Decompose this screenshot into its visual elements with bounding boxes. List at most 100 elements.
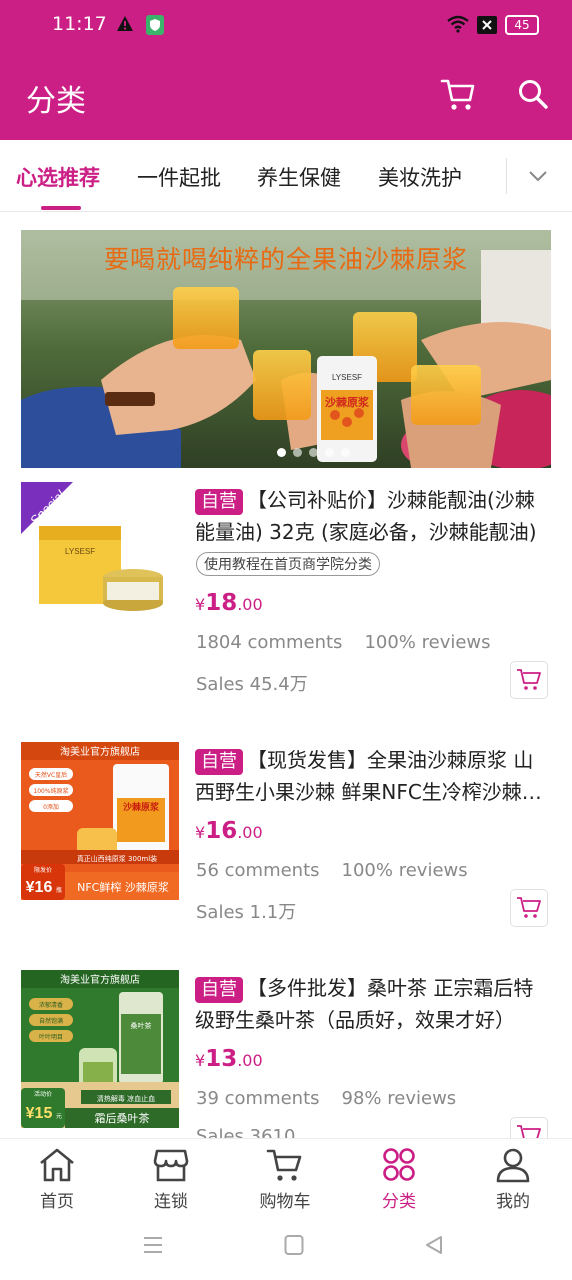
battery-indicator: 45 bbox=[505, 15, 539, 35]
product-card[interactable]: LYSESF Special 自营 【公司补贴价】沙棘能靓油(沙棘能量油) 32克… bbox=[0, 482, 572, 702]
image-tag: 天然VC皇后 bbox=[35, 771, 67, 779]
banner-pack-label: 沙棘原浆 bbox=[325, 395, 370, 409]
tab-wholesale[interactable]: 一件起批 bbox=[137, 162, 221, 192]
store-icon bbox=[153, 1149, 189, 1182]
product-title-text: 【公司补贴价】沙棘能靓油(沙棘能量油) 32克 (家庭必备，沙棘能靓油) bbox=[195, 488, 537, 544]
image-strip-text: 真正山西纯原浆 300ml装 bbox=[77, 854, 157, 863]
nav-category[interactable]: 分类 bbox=[342, 1147, 456, 1212]
nav-profile[interactable]: 我的 bbox=[456, 1147, 570, 1212]
carousel-dot[interactable] bbox=[325, 448, 334, 457]
price-integer: 18 bbox=[205, 590, 238, 616]
product-card[interactable]: 淘美业官方旗舰店 浓郁清香 自然饱满 叶叶明目 桑叶茶 清热解毒 凉血止血 活动… bbox=[0, 970, 572, 1138]
home-button-icon[interactable] bbox=[284, 1234, 304, 1260]
nav-chain-label: 连锁 bbox=[154, 1192, 188, 1212]
product-price: ¥16.00 bbox=[195, 818, 263, 844]
carousel-dot[interactable] bbox=[277, 448, 286, 457]
product-title[interactable]: 自营【现货发售】全果油沙棘原浆 山西野生小果沙棘 鲜果NFC生冷榨沙棘原浆 bbox=[195, 744, 545, 808]
carousel-dot[interactable] bbox=[309, 448, 318, 457]
price-decimal: .00 bbox=[237, 1051, 263, 1070]
search-icon[interactable] bbox=[517, 78, 549, 114]
product-stats: 39 comments 98% reviews bbox=[196, 1088, 456, 1109]
product-image[interactable]: 淘美业官方旗舰店 浓郁清香 自然饱满 叶叶明目 桑叶茶 清热解毒 凉血止血 活动… bbox=[21, 970, 179, 1128]
currency-symbol: ¥ bbox=[195, 1051, 206, 1070]
product-image-brand: LYSESF bbox=[65, 547, 95, 556]
image-price: ¥15 bbox=[26, 1105, 53, 1122]
promo-banner[interactable]: LYSESF 沙棘原浆 要喝就喝纯粹的全果油沙棘原浆 bbox=[21, 230, 551, 468]
currency-symbol: ¥ bbox=[195, 595, 206, 614]
product-image[interactable]: LYSESF Special bbox=[21, 482, 179, 640]
price-integer: 13 bbox=[205, 1046, 238, 1072]
nav-profile-label: 我的 bbox=[496, 1192, 530, 1212]
product-title[interactable]: 自营 【多件批发】桑叶茶 正宗霜后特级野生桑叶茶（品质好，效果才好） bbox=[195, 972, 545, 1036]
tab-health[interactable]: 养生保健 bbox=[257, 162, 341, 192]
add-to-cart-button[interactable] bbox=[510, 661, 548, 699]
menu-icon[interactable] bbox=[142, 1234, 164, 1260]
nav-home[interactable]: 首页 bbox=[0, 1147, 114, 1212]
image-tag: 0添加 bbox=[43, 803, 59, 811]
image-store-name: 淘美业官方旗舰店 bbox=[60, 973, 140, 986]
system-nav-bar bbox=[0, 1220, 572, 1280]
image-price: ¥16 bbox=[26, 879, 53, 896]
app-header: 11:17 45 分类 bbox=[0, 0, 572, 140]
tab-beauty[interactable]: 美妆洗护 bbox=[378, 162, 462, 192]
status-bar: 11:17 45 bbox=[0, 0, 572, 52]
image-tag: 叶叶明目 bbox=[39, 1033, 63, 1041]
wifi-icon bbox=[446, 15, 470, 37]
cart-icon bbox=[517, 897, 541, 918]
image-tag: 自然饱满 bbox=[39, 1017, 63, 1025]
self-operated-badge: 自营 bbox=[195, 749, 243, 775]
product-stats: 56 comments 100% reviews bbox=[196, 860, 468, 881]
image-tag: 浓郁清香 bbox=[39, 1001, 63, 1009]
tabs-divider bbox=[506, 158, 507, 194]
product-title[interactable]: 自营 【公司补贴价】沙棘能靓油(沙棘能量油) 32克 (家庭必备，沙棘能靓油) bbox=[195, 484, 545, 548]
status-time: 11:17 bbox=[52, 13, 107, 35]
product-note: 使用教程在首页商学院分类 bbox=[196, 552, 380, 576]
reviews-rate: 98% reviews bbox=[341, 1088, 457, 1109]
self-operated-badge: 自营 bbox=[195, 977, 243, 1003]
warning-icon bbox=[116, 15, 134, 37]
image-can-label: 桑叶茶 bbox=[131, 1021, 152, 1030]
category-icon bbox=[383, 1148, 415, 1181]
currency-symbol: ¥ bbox=[195, 823, 206, 842]
image-price-unit: 元 bbox=[56, 1113, 62, 1120]
reviews-rate: 100% reviews bbox=[364, 632, 491, 653]
image-tag: 100%纯原浆 bbox=[33, 787, 68, 795]
nav-category-label: 分类 bbox=[382, 1192, 416, 1212]
cart-icon bbox=[517, 669, 541, 690]
page-title: 分类 bbox=[26, 84, 86, 119]
product-price: ¥18.00 bbox=[195, 590, 263, 616]
bottom-nav: 首页 连锁 购物车 分类 我的 bbox=[0, 1138, 572, 1220]
sales-count: Sales 1.1万 bbox=[196, 902, 297, 923]
image-footer: NFC鲜榨 沙棘原浆 bbox=[77, 880, 169, 894]
price-decimal: .00 bbox=[237, 823, 263, 842]
cart-icon[interactable] bbox=[440, 78, 476, 116]
home-icon bbox=[40, 1148, 74, 1182]
comments-count: 39 comments bbox=[196, 1088, 320, 1109]
chevron-down-icon[interactable] bbox=[528, 168, 548, 187]
image-price-label: 限发价 bbox=[34, 866, 52, 874]
add-to-cart-button[interactable] bbox=[510, 1117, 548, 1138]
nav-home-label: 首页 bbox=[40, 1192, 74, 1212]
add-to-cart-button[interactable] bbox=[510, 889, 548, 927]
back-icon[interactable] bbox=[424, 1234, 444, 1260]
image-strip-text: 清热解毒 凉血止血 bbox=[97, 1094, 155, 1103]
reviews-rate: 100% reviews bbox=[341, 860, 468, 881]
tab-recommended[interactable]: 心选推荐 bbox=[16, 162, 100, 192]
image-footer: 霜后桑叶茶 bbox=[95, 1112, 150, 1125]
product-stats: 1804 comments 100% reviews bbox=[196, 632, 491, 653]
cart-icon bbox=[266, 1149, 302, 1181]
carousel-dot[interactable] bbox=[293, 448, 302, 457]
carousel-dot[interactable] bbox=[341, 448, 350, 457]
profile-icon bbox=[496, 1148, 530, 1183]
product-image[interactable]: 淘美业官方旗舰店 天然VC皇后 100%纯原浆 0添加 沙棘原浆 真正山西纯原浆… bbox=[21, 742, 179, 900]
nav-chain[interactable]: 连锁 bbox=[114, 1147, 228, 1212]
comments-count: 56 comments bbox=[196, 860, 320, 881]
banner-pack-brand: LYSESF bbox=[332, 373, 362, 382]
price-decimal: .00 bbox=[237, 595, 263, 614]
sales-count: Sales 45.4万 bbox=[196, 674, 308, 695]
comments-count: 1804 comments bbox=[196, 632, 343, 653]
image-price-label: 活动价 bbox=[34, 1090, 52, 1098]
nav-cart[interactable]: 购物车 bbox=[228, 1147, 342, 1212]
image-pack-label: 沙棘原浆 bbox=[123, 801, 160, 813]
product-card[interactable]: 淘美业官方旗舰店 天然VC皇后 100%纯原浆 0添加 沙棘原浆 真正山西纯原浆… bbox=[0, 742, 572, 962]
